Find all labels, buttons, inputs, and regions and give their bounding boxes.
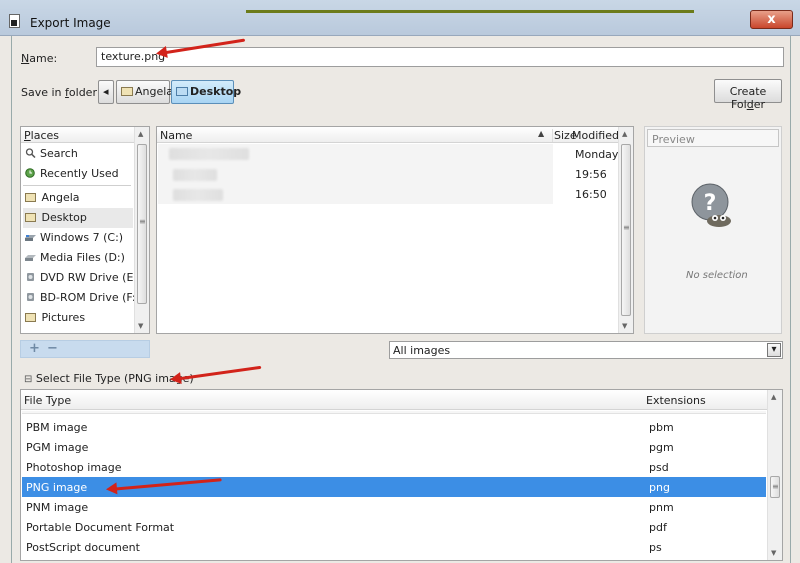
title-bar: Export Image x bbox=[0, 0, 800, 36]
file-modified: 16:50 bbox=[575, 188, 607, 201]
arrow-left-icon: ◂ bbox=[103, 85, 109, 98]
add-place-button[interactable]: + bbox=[29, 341, 40, 356]
collapse-icon: ⊟ bbox=[24, 374, 33, 385]
scroll-down-icon[interactable]: ▼ bbox=[771, 549, 776, 557]
sort-ascending-icon: ▲ bbox=[538, 129, 545, 138]
column-file-type[interactable]: File Type bbox=[24, 394, 71, 407]
chevron-down-icon[interactable]: ▾ bbox=[767, 343, 781, 357]
file-type-row[interactable]: PBM image pbm bbox=[22, 417, 766, 437]
file-type-row[interactable]: Photoshop image psd bbox=[22, 457, 766, 477]
clock-icon bbox=[25, 168, 35, 178]
save-in-folder-label: Save in folder: bbox=[21, 86, 101, 99]
places-separator bbox=[23, 185, 131, 186]
optical-drive-icon bbox=[27, 273, 34, 281]
filter-value: All images bbox=[393, 344, 451, 357]
file-type-table: File Type Extensions PBM image pbm PGM im… bbox=[20, 389, 783, 561]
file-type-row[interactable]: Portable Document Format pdf bbox=[22, 517, 766, 537]
svg-text:?: ? bbox=[704, 191, 717, 216]
magnifier-icon bbox=[25, 148, 36, 158]
file-modified: 19:56 bbox=[575, 168, 607, 181]
places-panel: Places Search Recently Used Angela Deskt… bbox=[20, 126, 150, 334]
place-recently-used[interactable]: Recently Used bbox=[23, 164, 133, 184]
place-pictures[interactable]: Pictures bbox=[23, 308, 133, 328]
file-type-scroll-thumb[interactable]: ≡ bbox=[770, 476, 780, 498]
place-dvd-rw-e[interactable]: DVD RW Drive (E:) bbox=[23, 268, 141, 288]
folder-icon bbox=[25, 193, 36, 202]
file-type-header: File Type Extensions bbox=[21, 390, 767, 410]
preview-header: Preview bbox=[647, 129, 779, 147]
folder-icon bbox=[176, 87, 188, 96]
column-name[interactable]: Name bbox=[160, 129, 192, 142]
file-list-scroll-thumb[interactable]: ≡ bbox=[621, 144, 631, 316]
place-angela[interactable]: Angela bbox=[23, 188, 133, 208]
file-list-header: Name ▲ Size Modified bbox=[157, 127, 619, 143]
crumb-desktop[interactable]: Desktop bbox=[171, 80, 241, 104]
drive-icon bbox=[25, 235, 36, 241]
place-media-files-d[interactable]: Media Files (D:) bbox=[23, 248, 133, 268]
file-type-row[interactable]: PostScript document ps bbox=[22, 537, 766, 557]
optical-drive-icon bbox=[27, 293, 34, 301]
crumb-angela[interactable]: Angela bbox=[116, 80, 173, 104]
file-list-panel: Name ▲ Size Modified Monday 19:56 16:50 … bbox=[156, 126, 634, 334]
file-modified: Monday bbox=[575, 148, 619, 161]
scroll-down-icon[interactable]: ▼ bbox=[622, 322, 627, 330]
scroll-up-icon[interactable]: ▲ bbox=[138, 130, 143, 138]
partial-row bbox=[22, 411, 766, 414]
filename-input[interactable]: texture.png bbox=[96, 47, 784, 67]
places-scrollbar[interactable]: ▲ ≡ ▼ bbox=[134, 127, 149, 333]
folder-icon bbox=[25, 313, 36, 322]
places-toolbar: + − bbox=[20, 340, 150, 358]
places-scroll-thumb[interactable]: ≡ bbox=[137, 144, 147, 304]
close-button[interactable]: x bbox=[750, 10, 793, 29]
places-header[interactable]: Places bbox=[21, 127, 134, 143]
file-type-row[interactable]: PGM image pgm bbox=[22, 437, 766, 457]
scroll-down-icon[interactable]: ▼ bbox=[138, 322, 143, 330]
file-filter-combo[interactable]: All images ▾ bbox=[389, 341, 783, 359]
file-rows-area[interactable] bbox=[158, 144, 553, 204]
file-type-row[interactable]: PNM image pnm bbox=[22, 497, 766, 517]
column-extensions[interactable]: Extensions bbox=[646, 394, 706, 407]
name-label: Name: bbox=[21, 52, 58, 65]
file-type-scrollbar[interactable]: ▲ ≡ ▼ bbox=[767, 390, 782, 560]
gimp-app-icon bbox=[9, 14, 20, 28]
scroll-up-icon[interactable]: ▲ bbox=[771, 393, 776, 401]
place-search[interactable]: Search bbox=[23, 144, 133, 164]
create-folder-button[interactable]: Create Folder bbox=[714, 79, 782, 111]
title-progress-strip bbox=[246, 10, 694, 13]
place-windows7-c[interactable]: Windows 7 (C:) bbox=[23, 228, 133, 248]
file-list-scrollbar[interactable]: ▲ ≡ ▼ bbox=[618, 127, 633, 333]
drive-icon bbox=[25, 255, 36, 261]
window-title: Export Image bbox=[30, 16, 111, 30]
column-modified[interactable]: Modified bbox=[572, 129, 619, 142]
no-selection-text: No selection bbox=[686, 270, 748, 281]
folder-icon bbox=[121, 87, 133, 96]
remove-place-button[interactable]: − bbox=[47, 341, 58, 356]
question-mascot-icon: ? bbox=[691, 183, 731, 227]
place-bd-rom-f[interactable]: BD-ROM Drive (F:... bbox=[23, 288, 146, 308]
scroll-up-icon[interactable]: ▲ bbox=[622, 130, 627, 138]
path-back-button[interactable]: ◂ bbox=[98, 80, 114, 104]
folder-icon bbox=[25, 213, 36, 222]
place-desktop[interactable]: Desktop bbox=[23, 208, 133, 228]
preview-panel: Preview ? No selection bbox=[644, 126, 782, 334]
